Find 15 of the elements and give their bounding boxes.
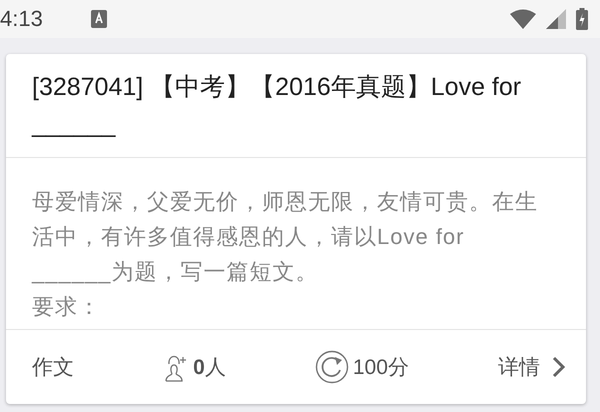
chevron-right-icon [552, 356, 566, 378]
question-title: [3287041] 【中考】【2016年真题】Love for ______ [6, 54, 586, 158]
question-description: 母爱情深，父爱无价，师恩无限，友情可贵。在生活中，有许多值得感恩的人，请以Love for ______为题，写一篇短文。 [32, 188, 539, 286]
requirement-label: 要求： [32, 293, 102, 321]
keyboard-icon [90, 10, 107, 28]
wifi-icon [510, 9, 536, 29]
status-time: 4:13 [0, 6, 43, 32]
battery-icon [576, 8, 588, 30]
score-label: 100分 [352, 355, 409, 381]
question-card[interactable]: [3287041] 【中考】【2016年真题】Love for ______ 母爱情深，父爱无价，师恩无限，友情可贵。在生活中，有许多值得感恩的人，请以Love for ______为题，写一篇短文。 要求： 作文 0人 100分 详情 [6, 54, 586, 404]
participant-count: 0人 [193, 355, 226, 381]
refresh-icon [314, 350, 349, 384]
category-label: 作文 [32, 355, 74, 381]
details-link[interactable]: 详情 [498, 353, 566, 381]
signal-icon [546, 9, 566, 29]
